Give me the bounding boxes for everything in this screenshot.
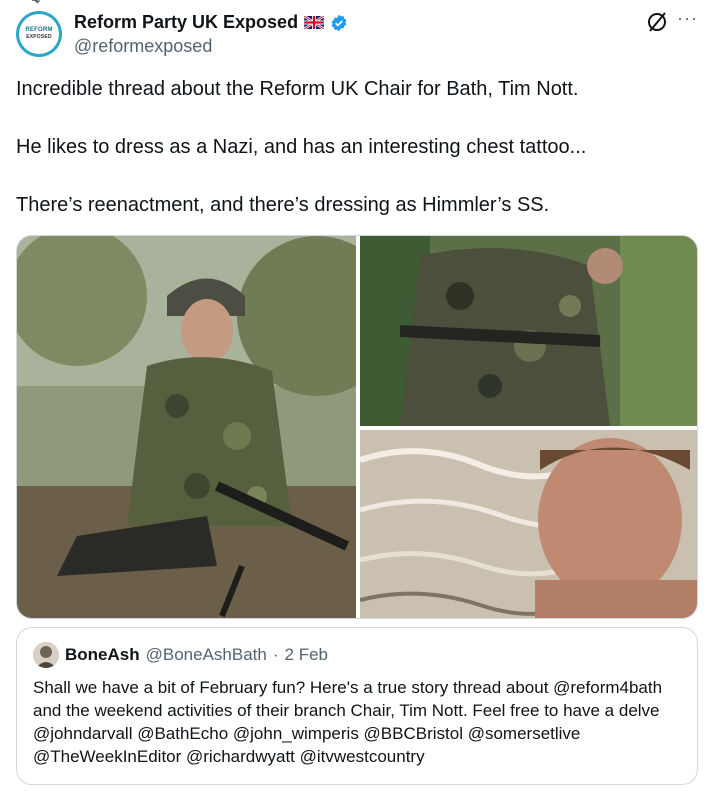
author-handle[interactable]: @reformexposed — [74, 36, 212, 57]
photo-man-in-water[interactable] — [360, 430, 697, 618]
tweet-paragraph: He likes to dress as a Nazi, and has an … — [16, 136, 587, 158]
photo-camouflage-closeup[interactable] — [360, 236, 697, 426]
uk-flag-icon — [304, 16, 325, 29]
avatar-logo: REFORM EXPOSED — [19, 14, 59, 54]
quote-separator: · — [272, 645, 279, 664]
grok-icon[interactable] — [645, 10, 669, 34]
more-icon[interactable]: ··· — [677, 8, 698, 29]
quote-author-name[interactable]: BoneAsh — [65, 645, 140, 665]
repost-icon — [32, 0, 41, 4]
quote-text: Shall we have a bit of February fun? Her… — [33, 678, 663, 766]
photo-reenactor-kneeling[interactable] — [17, 236, 356, 618]
quote-header: BoneAsh @BoneAshBath · 2 Feb — [33, 642, 328, 668]
author-avatar[interactable]: REFORM EXPOSED — [16, 11, 62, 57]
tweet-paragraph: There’s reenactment, and there’s dressin… — [16, 194, 550, 216]
quoted-tweet[interactable]: BoneAsh @BoneAshBath · 2 Feb Shall we ha… — [16, 627, 698, 785]
tweet-paragraph: Incredible thread about the Reform UK Ch… — [16, 78, 579, 100]
avatar-logo-text-1: REFORM — [25, 27, 53, 33]
media-grid — [16, 235, 698, 619]
verified-badge-icon — [331, 14, 347, 31]
avatar-logo-text-2: EXPOSED — [26, 34, 52, 40]
quote-avatar[interactable] — [33, 642, 59, 668]
tweet-text: Incredible thread about the Reform UK Ch… — [16, 75, 686, 249]
repost-indicator — [28, 0, 42, 5]
author-display-name[interactable]: Reform Party UK Exposed — [74, 12, 298, 33]
quote-author-handle[interactable]: @BoneAshBath — [146, 645, 267, 665]
author-name-row: Reform Party UK Exposed — [74, 12, 348, 33]
quote-date[interactable]: 2 Feb — [285, 645, 328, 665]
